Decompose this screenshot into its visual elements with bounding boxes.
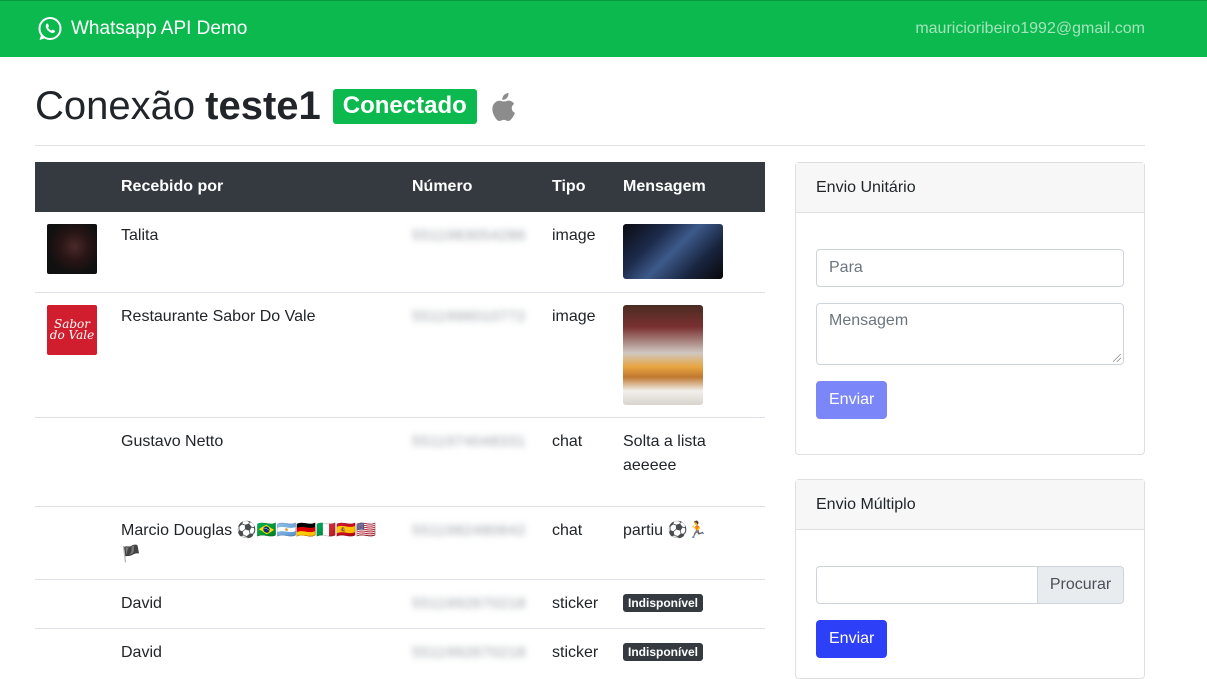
received-by-cell: David bbox=[109, 578, 400, 628]
avatar-cell bbox=[35, 416, 109, 506]
message-cell: partiu ⚽🏃 bbox=[611, 505, 765, 579]
multi-send-header: Envio Múltiplo bbox=[796, 480, 1144, 530]
message-image[interactable] bbox=[623, 224, 723, 279]
title-divider bbox=[35, 145, 1145, 146]
column-header-message: Mensagem bbox=[623, 178, 706, 195]
user-email[interactable]: mauricioribeiro1992@gmail.com bbox=[915, 20, 1145, 38]
apple-icon bbox=[492, 92, 515, 121]
whatsapp-icon bbox=[38, 17, 62, 40]
file-input-group: Procurar bbox=[816, 566, 1124, 604]
message-cell bbox=[611, 212, 765, 292]
column-header-avatar bbox=[35, 162, 109, 212]
avatar-cell bbox=[35, 505, 109, 579]
unavailable-badge: Indisponível bbox=[623, 643, 704, 662]
single-send-button[interactable]: Enviar bbox=[816, 381, 888, 419]
type-cell: sticker bbox=[540, 578, 611, 628]
unavailable-badge: Indisponível bbox=[623, 594, 704, 613]
number-cell: 5511983054286 bbox=[400, 212, 540, 292]
phone-number: 5511992670218 bbox=[412, 643, 526, 661]
message-placeholder: Mensagem bbox=[829, 312, 909, 329]
column-header-type: Tipo bbox=[552, 178, 586, 195]
table-header-row: Recebido por Número Tipo Mensagem bbox=[35, 162, 765, 212]
message-cell bbox=[611, 291, 765, 417]
single-send-header: Envio Unitário bbox=[796, 163, 1144, 213]
table-row: Sabor do Vale Restaurante Sabor Do Vale … bbox=[35, 291, 765, 417]
message-textarea[interactable]: Mensagem bbox=[816, 303, 1124, 365]
status-badge: Conectado bbox=[332, 89, 477, 124]
table-row: Gustavo Netto 5511974048331 chat Solta a… bbox=[35, 416, 765, 506]
phone-number: 5511992670218 bbox=[412, 594, 526, 612]
browse-button[interactable]: Procurar bbox=[1037, 566, 1124, 604]
table-row: David 5511992670218 sticker Indisponível bbox=[35, 578, 765, 628]
recipient-input[interactable]: Para bbox=[816, 249, 1124, 287]
navbar: Whatsapp API Demo mauricioribeiro1992@gm… bbox=[0, 0, 1207, 57]
type-cell: chat bbox=[540, 505, 611, 579]
phone-number: 5511974048331 bbox=[412, 432, 526, 450]
file-input[interactable] bbox=[816, 566, 1037, 604]
navbar-brand[interactable]: Whatsapp API Demo bbox=[37, 16, 247, 42]
number-cell: 5511982480642 bbox=[400, 505, 540, 579]
table-row: Talita 5511983054286 image bbox=[35, 212, 765, 292]
type-cell: image bbox=[540, 291, 611, 417]
multi-send-button[interactable]: Enviar bbox=[816, 620, 888, 658]
table-row: Marcio Douglas ⚽🇧🇷🇦🇷🇩🇪🇮🇹🇪🇸🇺🇸🏴 5511982480… bbox=[35, 505, 765, 579]
phone-number: 5511982480642 bbox=[412, 521, 526, 539]
number-cell: 5511992670218 bbox=[400, 578, 540, 628]
type-cell: image bbox=[552, 227, 596, 244]
page-title: Conexão teste1 Conectado bbox=[35, 84, 517, 129]
message-cell: Solta a lista aeeeee bbox=[611, 416, 765, 506]
avatar-cell bbox=[35, 578, 109, 628]
message-cell: Indisponível bbox=[611, 578, 765, 628]
number-cell: 5511974048331 bbox=[400, 416, 540, 506]
received-by-cell: Marcio Douglas ⚽🇧🇷🇦🇷🇩🇪🇮🇹🇪🇸🇺🇸🏴 bbox=[109, 505, 400, 579]
received-by-cell: Restaurante Sabor Do Vale bbox=[109, 291, 400, 417]
single-send-body: Para Mensagem Enviar bbox=[796, 213, 1144, 439]
avatar bbox=[47, 224, 97, 274]
message-image[interactable] bbox=[623, 304, 703, 405]
number-cell: 5511996010772 bbox=[400, 291, 540, 417]
avatar: Sabor do Vale bbox=[47, 304, 97, 355]
multi-send-card: Envio Múltiplo Procurar Enviar bbox=[795, 479, 1145, 679]
connection-name: teste1 bbox=[205, 84, 321, 128]
avatar-cell bbox=[35, 212, 109, 292]
type-cell: chat bbox=[540, 416, 611, 506]
received-by-cell: Talita bbox=[121, 227, 159, 244]
single-send-card: Envio Unitário Para Mensagem Enviar bbox=[795, 162, 1145, 455]
phone-number: 5511996010772 bbox=[412, 307, 526, 325]
title-prefix: Conexão bbox=[35, 84, 196, 128]
column-header-received-by: Recebido por bbox=[121, 178, 224, 195]
avatar-cell: Sabor do Vale bbox=[35, 291, 109, 417]
phone-number: 5511983054286 bbox=[412, 227, 526, 244]
resize-handle-icon[interactable] bbox=[1113, 354, 1121, 362]
messages-table: Recebido por Número Tipo Mensagem Talita… bbox=[35, 162, 765, 677]
brand-title: Whatsapp API Demo bbox=[71, 18, 248, 39]
column-header-number: Número bbox=[412, 178, 473, 195]
avatar-logo-text: Sabor do Vale bbox=[49, 316, 95, 342]
multi-send-body: Procurar Enviar bbox=[796, 530, 1144, 678]
received-by-cell: Gustavo Netto bbox=[109, 416, 400, 506]
